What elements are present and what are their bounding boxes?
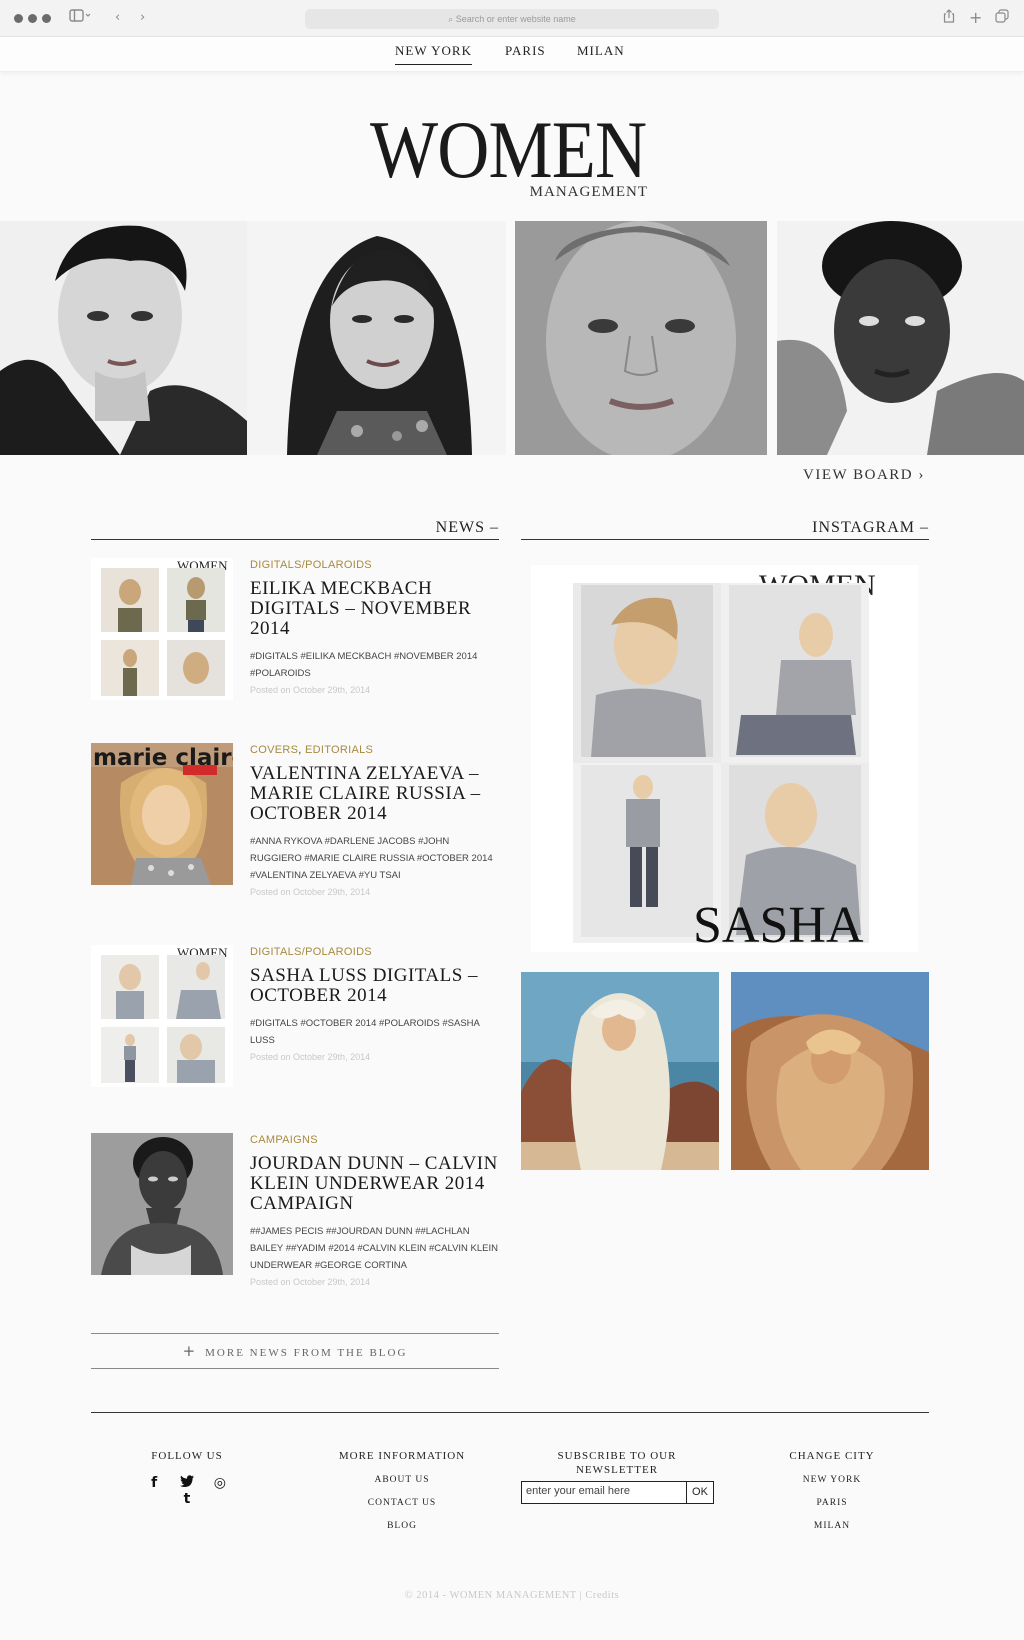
more-news-label: MORE NEWS FROM THE BLOG [205, 1347, 408, 1359]
twitter-icon[interactable] [173, 1475, 201, 1491]
newsletter-ok-button[interactable]: OK [686, 1482, 713, 1503]
model-photo-3[interactable] [515, 221, 767, 455]
instagram-post[interactable]: WOMEN SASHA [531, 565, 918, 952]
news-category[interactable]: DIGITALS/POLAROIDS [250, 558, 500, 572]
blog-link[interactable]: BLOG [332, 1515, 472, 1538]
contact-us-link[interactable]: CONTACT US [332, 1492, 472, 1515]
news-date: Posted on October 29th, 2014 [250, 1277, 371, 1287]
logo-wordmark: WOMEN [370, 104, 647, 195]
change-city-heading: CHANGE CITY [789, 1450, 875, 1462]
news-thumbnail[interactable]: WOMEN [91, 558, 233, 700]
newsletter-email-input[interactable]: enter your email here [526, 1485, 630, 1497]
category-link[interactable]: CAMPAIGNS [250, 1134, 318, 1146]
newsletter-form: enter your email here OK [521, 1481, 714, 1504]
more-news-button[interactable]: + MORE NEWS FROM THE BLOG [91, 1333, 499, 1369]
site-logo[interactable]: WOMEN MANAGEMENT [370, 108, 660, 208]
category-link[interactable]: COVERS [250, 744, 298, 756]
nav-paris[interactable]: PARIS [505, 43, 546, 64]
browser-toolbar: ‹ › ⌕ Search or enter website name + [0, 0, 1024, 37]
view-board-link[interactable]: VIEW BOARD › [803, 467, 925, 484]
share-icon[interactable] [943, 9, 955, 29]
category-link[interactable]: DIGITALS/POLAROIDS [250, 559, 372, 571]
new-tab-icon[interactable]: + [969, 9, 982, 27]
copyright-notice: © 2014 - WOMEN MANAGEMENT | Credits [404, 1590, 620, 1601]
tabs-overview-icon[interactable] [995, 9, 1009, 29]
news-thumbnail[interactable]: WOMEN [91, 945, 233, 1087]
news-category[interactable]: DIGITALS/POLAROIDS [250, 945, 500, 959]
forward-arrow-icon[interactable]: › [140, 9, 145, 27]
about-us-link[interactable]: ABOUT US [332, 1469, 472, 1492]
nav-milan[interactable]: MILAN [577, 43, 625, 64]
news-tags[interactable]: ##JAMES PECIS ##JOURDAN DUNN ##LACHLAN B… [250, 1223, 500, 1274]
news-thumbnail[interactable] [91, 1133, 233, 1275]
more-information-heading: MORE INFORMATION [338, 1450, 466, 1462]
news-tags[interactable]: #DIGITALS #EILIKA MECKBACH #NOVEMBER 201… [250, 648, 500, 682]
news-tags[interactable]: #DIGITALS #OCTOBER 2014 #POLAROIDS #SASH… [250, 1015, 500, 1049]
subscribe-heading-line1: SUBSCRIBE TO OUR [557, 1450, 677, 1462]
news-title[interactable]: EILIKA MECKBACH DIGITALS – NOVEMBER 2014 [250, 579, 500, 639]
change-city-column: CHANGE CITY NEW YORK PARIS MILAN [772, 1449, 892, 1538]
news-category: COVERS, EDITORIALS [250, 744, 374, 756]
instagram-section-header: INSTAGRAM – [521, 519, 929, 540]
subscribe-column: SUBSCRIBE TO OUR NEWSLETTER [537, 1449, 697, 1477]
window-close-button[interactable] [14, 14, 23, 23]
footer-city-milan[interactable]: MILAN [772, 1515, 892, 1538]
model-board-strip [0, 221, 1024, 455]
sidebar-toggle-icon[interactable] [69, 9, 91, 29]
news-tags[interactable]: #ANNA RYKOVA #DARLENE JACOBS #JOHN RUGGI… [250, 833, 500, 884]
address-placeholder: Search or enter website name [455, 14, 576, 24]
news-title[interactable]: JOURDAN DUNN – CALVIN KLEIN UNDERWEAR 20… [250, 1154, 500, 1214]
news-section-title: NEWS [435, 519, 485, 536]
collapse-dash-icon[interactable]: – [490, 519, 499, 536]
tumblr-icon[interactable]: t [173, 1491, 201, 1507]
model-photo-2[interactable] [247, 221, 506, 455]
footer-divider [91, 1412, 929, 1413]
news-date: Posted on October 29th, 2014 [250, 1052, 371, 1062]
footer-city-paris[interactable]: PARIS [772, 1492, 892, 1515]
news-title[interactable]: SASHA LUSS DIGITALS – OCTOBER 2014 [250, 966, 500, 1006]
instagram-icon[interactable]: ◎ [206, 1475, 234, 1491]
instagram-post[interactable] [731, 972, 929, 1170]
collapse-dash-icon[interactable]: – [920, 519, 929, 536]
search-icon: ⌕ [448, 14, 454, 24]
news-title[interactable]: VALENTINA ZELYAEVA – MARIE CLAIRE RUSSIA… [250, 764, 500, 824]
subscribe-heading-line2: NEWSLETTER [575, 1464, 659, 1476]
news-category[interactable]: CAMPAIGNS [250, 1133, 500, 1147]
facebook-icon[interactable]: f [140, 1475, 168, 1491]
address-bar[interactable]: ⌕ Search or enter website name [305, 9, 719, 29]
category-link[interactable]: EDITORIALS [305, 744, 373, 756]
news-date: Posted on October 29th, 2014 [250, 685, 371, 695]
instagram-post[interactable] [521, 972, 719, 1170]
follow-us-heading: FOLLOW US [151, 1450, 223, 1462]
logo-subtitle: MANAGEMENT [529, 184, 648, 200]
more-information-column: MORE INFORMATION ABOUT US CONTACT US BLO… [332, 1449, 472, 1538]
window-minimize-button[interactable] [28, 14, 37, 23]
city-nav: NEW YORK PARIS MILAN [0, 37, 1024, 72]
back-arrow-icon[interactable]: ‹ [115, 9, 120, 27]
news-date: Posted on October 29th, 2014 [250, 887, 371, 897]
footer-city-new-york[interactable]: NEW YORK [772, 1469, 892, 1492]
category-link[interactable]: DIGITALS/POLAROIDS [250, 946, 372, 958]
model-photo-1[interactable] [0, 221, 247, 455]
plus-icon: + [182, 1342, 198, 1360]
nav-new-york[interactable]: NEW YORK [395, 43, 472, 65]
window-zoom-button[interactable] [42, 14, 51, 23]
news-thumbnail[interactable]: marie claire [91, 743, 233, 885]
thumb-name-text: SASHA [693, 897, 864, 952]
model-photo-4[interactable] [777, 221, 1024, 455]
social-links: f ◎ t [137, 1475, 237, 1507]
news-section-header: NEWS – [91, 519, 499, 540]
instagram-section-title: INSTAGRAM [812, 519, 915, 536]
follow-us-column: FOLLOW US f ◎ t [137, 1449, 237, 1507]
